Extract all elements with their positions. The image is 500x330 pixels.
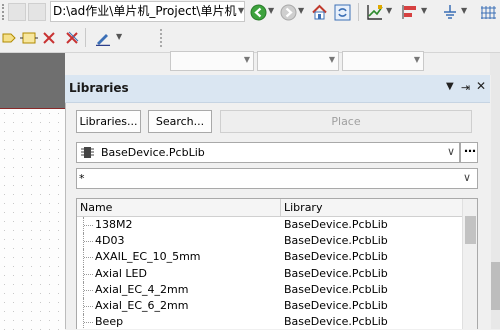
tree-connector [83,249,94,266]
table-row[interactable]: Axial LED BaseDevice.PcbLib [77,265,462,282]
tree-connector [83,217,94,233]
toolbar-grip-2 [160,29,166,47]
search-button[interactable]: Search... [148,110,212,133]
toolbar-button-left[interactable] [8,3,26,21]
pencil-icon[interactable] [94,29,112,47]
grid-header: Name Library [77,199,462,217]
filter-text: * [79,172,85,185]
column-header-name[interactable]: Name [80,201,112,214]
selected-library: BaseDevice.PcbLib [101,146,205,159]
grid-scrollbar[interactable] [462,199,477,329]
table-row[interactable]: Axial_EC_6_2mm BaseDevice.PcbLib [77,298,462,314]
back-icon[interactable] [249,3,267,21]
combo-2-arrow: ▼ [328,55,335,64]
component-name: Axial_EC_6_2mm [95,299,189,312]
component-library: BaseDevice.PcbLib [284,234,388,248]
component-name: AXAIL_EC_10_5mm [95,250,201,264]
port-icon[interactable] [0,29,18,47]
grid-icon[interactable] [480,3,498,21]
delete-icon[interactable] [40,29,58,47]
component-library: BaseDevice.PcbLib [284,282,388,296]
more-icon: ⋯ [464,144,476,158]
tree-connector [83,265,94,282]
toolbar-separator [358,3,359,21]
component-library: BaseDevice.PcbLib [284,218,388,231]
right-edge-scroll-thumb[interactable] [490,262,500,310]
combo-1-arrow: ▼ [243,55,250,64]
tree-connector [83,314,94,329]
filter-dropdown-arrow[interactable]: ∨ [463,171,471,184]
toolbar-combo-3[interactable]: ▼ [342,51,424,71]
forward-dropdown-arrow[interactable]: ▼ [298,6,304,15]
component-library: BaseDevice.PcbLib [284,266,388,280]
component-library: BaseDevice.PcbLib [284,250,388,264]
toolbar-separator-2 [85,28,86,47]
component-name: Axial LED [95,266,147,280]
tree-connector [83,298,94,314]
filter-input[interactable]: * ∨ [76,168,478,189]
libraries-button[interactable]: Libraries... [76,110,141,133]
tree-connector [83,281,94,298]
path-combo[interactable]: D:\ad作业\单片机_Project\单片机 [50,1,245,22]
forward-icon[interactable] [279,3,297,21]
component-icon[interactable] [20,29,38,47]
align-dropdown-arrow[interactable]: ▼ [421,6,427,15]
combo-3-arrow: ▼ [413,55,420,64]
home-icon[interactable] [310,3,328,21]
panel-title: Libraries [69,81,129,95]
delete-all-icon[interactable] [63,29,81,47]
pencil-dropdown-arrow[interactable]: ▼ [116,32,122,41]
chart-dropdown-arrow[interactable]: ▼ [386,6,392,15]
second-toolbar: ▼ ▼ ▼ ▼ [0,24,500,71]
library-dropdown-arrow[interactable]: ∨ [447,145,455,158]
component-name: Beep [95,315,124,329]
grid-scroll-thumb[interactable] [465,216,476,244]
column-separator[interactable] [280,199,281,216]
component-library: BaseDevice.PcbLib [284,299,388,312]
schematic-document[interactable] [0,108,65,330]
align-icon[interactable] [401,3,419,21]
toolbar-combo-2[interactable]: ▼ [257,51,339,71]
panel-close-icon[interactable]: ✕ [476,79,486,93]
path-dropdown-arrow[interactable]: ▼ [238,6,244,15]
table-row[interactable]: 4D03 BaseDevice.PcbLib [77,233,462,250]
tree-connector [83,233,94,250]
components-grid: Name Library 138M2 BaseDevice.PcbLib 4D03 B… [76,198,478,329]
table-row[interactable]: AXAIL_EC_10_5mm BaseDevice.PcbLib [77,249,462,266]
toolbar-combo-1[interactable]: ▼ [170,51,254,71]
library-selector[interactable]: BaseDevice.PcbLib ∨ [76,142,460,163]
panel-menu-icon[interactable]: ▼ [446,81,454,92]
ground-dropdown-arrow[interactable]: ▼ [461,6,467,15]
toolbar-button-left-2[interactable] [28,3,46,21]
component-name: Axial_EC_4_2mm [95,282,189,296]
top-toolbar: D:\ad作业\单片机_Project\单片机 ▼ ▼ ▼ ▼ ▼ ▼ [0,0,500,24]
table-row[interactable]: Axial_EC_4_2mm BaseDevice.PcbLib [77,281,462,298]
ground-icon[interactable] [441,3,459,21]
panel-pin-icon[interactable]: ⇥ [461,81,470,94]
back-dropdown-arrow[interactable]: ▼ [268,6,274,15]
library-options-button[interactable]: ⋯ [460,142,478,163]
component-library: BaseDevice.PcbLib [284,315,388,329]
refresh-icon[interactable] [333,3,351,21]
chart-icon[interactable] [366,3,384,21]
component-name: 138M2 [95,218,133,231]
path-text: D:\ad作业\单片机_Project\单片机 [53,4,237,18]
table-row[interactable]: Beep BaseDevice.PcbLib [77,314,462,329]
component-name: 4D03 [95,234,125,248]
table-row[interactable]: 138M2 BaseDevice.PcbLib [77,217,462,233]
place-button[interactable]: Place [220,110,472,133]
column-header-library[interactable]: Library [284,201,322,214]
panel-title-bar: Libraries ▼ ⇥ ✕ [65,75,490,103]
pcb-library-icon [81,147,94,158]
